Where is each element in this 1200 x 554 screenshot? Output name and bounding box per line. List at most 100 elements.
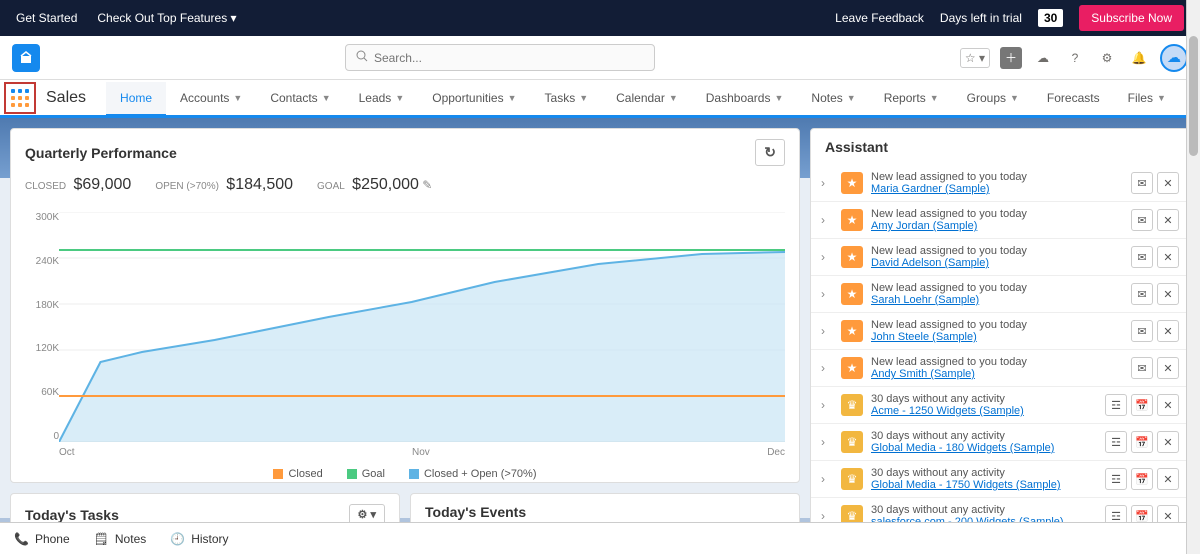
assist-desc: New lead assigned to you today bbox=[871, 245, 1123, 257]
chevron-down-icon: ▼ bbox=[930, 93, 939, 103]
expand-chevron-icon[interactable]: › bbox=[821, 250, 833, 264]
mail-icon-button[interactable]: ✉ bbox=[1131, 283, 1153, 305]
history-icon: 🕘 bbox=[170, 532, 185, 546]
lead-icon: ★ bbox=[841, 283, 863, 305]
close-icon-button[interactable]: ✕ bbox=[1157, 172, 1179, 194]
chevron-down-icon: ▼ bbox=[395, 93, 404, 103]
nav-tab-leads[interactable]: Leads▼ bbox=[345, 80, 419, 115]
salesforce-help-icon[interactable]: ☁ bbox=[1032, 47, 1054, 69]
chevron-down-icon: ▼ bbox=[1010, 93, 1019, 103]
expand-chevron-icon[interactable]: › bbox=[821, 213, 833, 227]
edit-goal-pencil-icon[interactable]: ✎ bbox=[422, 178, 432, 192]
search-input[interactable] bbox=[374, 51, 644, 65]
expand-chevron-icon[interactable]: › bbox=[821, 435, 833, 449]
mail-icon-button[interactable]: ✉ bbox=[1131, 320, 1153, 342]
assistant-item: ›★New lead assigned to you todayMaria Ga… bbox=[811, 165, 1189, 201]
assistant-card: Assistant ›★New lead assigned to you tod… bbox=[810, 128, 1190, 535]
assist-desc: New lead assigned to you today bbox=[871, 356, 1123, 368]
nav-tab-opportunities[interactable]: Opportunities▼ bbox=[418, 80, 530, 115]
assist-link[interactable]: John Steele (Sample) bbox=[871, 331, 1123, 343]
nav-tab-groups[interactable]: Groups▼ bbox=[953, 80, 1033, 115]
task-icon-button[interactable]: ☲ bbox=[1105, 394, 1127, 416]
assist-link[interactable]: Amy Jordan (Sample) bbox=[871, 220, 1123, 232]
help-icon[interactable]: ? bbox=[1064, 47, 1086, 69]
nav-tab-calendar[interactable]: Calendar▼ bbox=[602, 80, 692, 115]
assist-link[interactable]: Acme - 1250 Widgets (Sample) bbox=[871, 405, 1097, 417]
mail-icon-button[interactable]: ✉ bbox=[1131, 209, 1153, 231]
utility-bar: 📞Phone 🗒Notes 🕘History bbox=[0, 522, 1200, 554]
close-icon-button[interactable]: ✕ bbox=[1157, 468, 1179, 490]
leave-feedback-link[interactable]: Leave Feedback bbox=[835, 11, 924, 25]
expand-chevron-icon[interactable]: › bbox=[821, 509, 833, 523]
history-utility[interactable]: 🕘History bbox=[170, 532, 228, 546]
phone-icon: 📞 bbox=[14, 532, 29, 546]
assistant-item: ›★New lead assigned to you todayAmy Jord… bbox=[811, 201, 1189, 238]
assist-link[interactable]: Global Media - 180 Widgets (Sample) bbox=[871, 442, 1097, 454]
task-icon-button[interactable]: ☲ bbox=[1105, 431, 1127, 453]
opportunity-icon: ♛ bbox=[841, 468, 863, 490]
close-icon-button[interactable]: ✕ bbox=[1157, 209, 1179, 231]
close-icon-button[interactable]: ✕ bbox=[1157, 246, 1179, 268]
close-icon-button[interactable]: ✕ bbox=[1157, 394, 1179, 416]
expand-chevron-icon[interactable]: › bbox=[821, 176, 833, 190]
chevron-down-icon: ▼ bbox=[774, 93, 783, 103]
close-icon-button[interactable]: ✕ bbox=[1157, 357, 1179, 379]
close-icon-button[interactable]: ✕ bbox=[1157, 431, 1179, 453]
mail-icon-button[interactable]: ✉ bbox=[1131, 172, 1153, 194]
nav-tab-files[interactable]: Files▼ bbox=[1114, 80, 1180, 115]
favorites-button[interactable]: ☆ ▾ bbox=[960, 48, 990, 68]
nav-tab-accounts[interactable]: Accounts▼ bbox=[166, 80, 256, 115]
assist-link[interactable]: Global Media - 1750 Widgets (Sample) bbox=[871, 479, 1097, 491]
add-button[interactable]: ＋ bbox=[1000, 47, 1022, 69]
top-features-link[interactable]: Check Out Top Features ▾ bbox=[97, 11, 236, 25]
refresh-button[interactable]: ↻ bbox=[755, 139, 785, 166]
phone-utility[interactable]: 📞Phone bbox=[14, 532, 70, 546]
assist-link[interactable]: Andy Smith (Sample) bbox=[871, 368, 1123, 380]
assist-link[interactable]: David Adelson (Sample) bbox=[871, 257, 1123, 269]
nav-tab-dashboards[interactable]: Dashboards▼ bbox=[692, 80, 798, 115]
vertical-scrollbar[interactable] bbox=[1186, 0, 1200, 554]
assist-desc: 30 days without any activity bbox=[871, 430, 1097, 442]
app-launcher-button[interactable] bbox=[4, 82, 36, 114]
expand-chevron-icon[interactable]: › bbox=[821, 361, 833, 375]
nav-tab-tasks[interactable]: Tasks▼ bbox=[531, 80, 603, 115]
nav-tab-home[interactable]: Home bbox=[106, 82, 166, 117]
mail-icon-button[interactable]: ✉ bbox=[1131, 246, 1153, 268]
expand-chevron-icon[interactable]: › bbox=[821, 287, 833, 301]
chevron-down-icon: ▼ bbox=[1157, 93, 1166, 103]
nav-tab-contacts[interactable]: Contacts▼ bbox=[256, 80, 344, 115]
task-icon-button[interactable]: ☲ bbox=[1105, 468, 1127, 490]
nav-tab-reports[interactable]: Reports▼ bbox=[870, 80, 953, 115]
get-started-link[interactable]: Get Started bbox=[16, 11, 77, 25]
notifications-bell-icon[interactable]: 🔔 bbox=[1128, 47, 1150, 69]
nav-tab-notes[interactable]: Notes▼ bbox=[797, 80, 869, 115]
cal-icon-button[interactable]: 📅 bbox=[1131, 431, 1153, 453]
assist-link[interactable]: Maria Gardner (Sample) bbox=[871, 183, 1123, 195]
notes-utility[interactable]: 🗒Notes bbox=[94, 532, 147, 546]
assistant-item: › ★ New lead assigned to you todayAndy Smi… bbox=[811, 349, 1189, 386]
global-search[interactable] bbox=[345, 44, 655, 71]
cal-icon-button[interactable]: 📅 bbox=[1131, 394, 1153, 416]
lead-icon: ★ bbox=[841, 320, 863, 342]
setup-gear-icon[interactable]: ⚙ bbox=[1096, 47, 1118, 69]
subscribe-button[interactable]: Subscribe Now bbox=[1079, 5, 1184, 31]
user-avatar[interactable]: ☁ bbox=[1160, 44, 1188, 72]
expand-chevron-icon[interactable]: › bbox=[821, 398, 833, 412]
legend-item: Closed + Open (>70%) bbox=[409, 468, 537, 480]
lead-icon: ★ bbox=[841, 172, 863, 194]
mail-icon-button[interactable]: ✉ bbox=[1131, 357, 1153, 379]
lead-icon: ★ bbox=[841, 357, 863, 379]
assist-link[interactable]: Sarah Loehr (Sample) bbox=[871, 294, 1123, 306]
assistant-title: Assistant bbox=[825, 139, 888, 155]
nav-tab-forecasts[interactable]: Forecasts bbox=[1033, 80, 1114, 115]
expand-chevron-icon[interactable]: › bbox=[821, 324, 833, 338]
close-icon-button[interactable]: ✕ bbox=[1157, 283, 1179, 305]
cal-icon-button[interactable]: 📅 bbox=[1131, 468, 1153, 490]
salesforce-logo bbox=[12, 44, 40, 72]
close-icon-button[interactable]: ✕ bbox=[1157, 320, 1179, 342]
events-title: Today's Events bbox=[425, 504, 526, 520]
scrollbar-thumb[interactable] bbox=[1189, 36, 1198, 156]
chevron-down-icon: ▼ bbox=[508, 93, 517, 103]
expand-chevron-icon[interactable]: › bbox=[821, 472, 833, 486]
trial-topbar: Get Started Check Out Top Features ▾ Lea… bbox=[0, 0, 1200, 36]
